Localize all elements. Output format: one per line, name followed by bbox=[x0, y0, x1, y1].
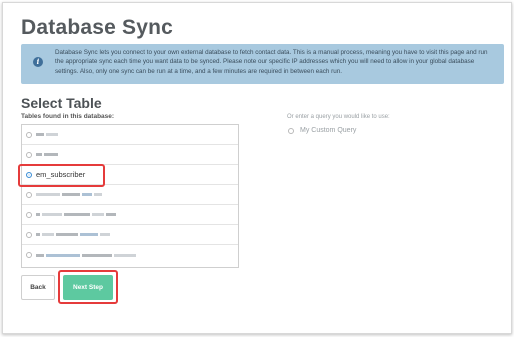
obscured-table-name bbox=[36, 233, 110, 236]
next-step-highlight bbox=[58, 270, 118, 304]
table-radio[interactable] bbox=[26, 151, 32, 158]
custom-query-option[interactable]: My Custom Query bbox=[288, 127, 356, 134]
tables-found-label: Tables found in this database: bbox=[21, 113, 115, 120]
table-row[interactable] bbox=[22, 145, 238, 165]
table-row[interactable] bbox=[22, 185, 238, 205]
table-radio[interactable] bbox=[26, 131, 32, 138]
table-list[interactable]: em_subscriber bbox=[21, 124, 239, 268]
database-sync-panel: Database Sync i Database Sync lets you c… bbox=[2, 2, 512, 334]
page-title: Database Sync bbox=[21, 16, 174, 39]
obscured-table-name bbox=[36, 253, 136, 257]
custom-query-radio[interactable] bbox=[288, 127, 294, 134]
back-button[interactable]: Back bbox=[21, 275, 55, 300]
table-row[interactable] bbox=[22, 245, 238, 265]
table-row[interactable] bbox=[22, 225, 238, 245]
table-radio[interactable] bbox=[26, 191, 32, 198]
info-icon: i bbox=[33, 57, 43, 67]
obscured-table-name bbox=[36, 193, 102, 196]
table-radio[interactable] bbox=[26, 252, 32, 258]
table-radio[interactable] bbox=[26, 231, 32, 238]
obscured-table-name bbox=[36, 213, 116, 216]
selected-table-highlight bbox=[18, 164, 105, 187]
custom-query-option-label: My Custom Query bbox=[300, 127, 357, 134]
table-radio[interactable] bbox=[26, 211, 32, 218]
table-row[interactable] bbox=[22, 125, 238, 145]
info-text: Database Sync lets you connect to your o… bbox=[55, 49, 488, 75]
obscured-table-name bbox=[36, 153, 58, 156]
table-row[interactable] bbox=[22, 205, 238, 225]
select-table-heading: Select Table bbox=[21, 95, 102, 111]
obscured-table-name bbox=[36, 133, 58, 136]
info-banner: i Database Sync lets you connect to your… bbox=[21, 44, 504, 84]
custom-query-label: Or enter a query you would like to use: bbox=[287, 114, 390, 120]
